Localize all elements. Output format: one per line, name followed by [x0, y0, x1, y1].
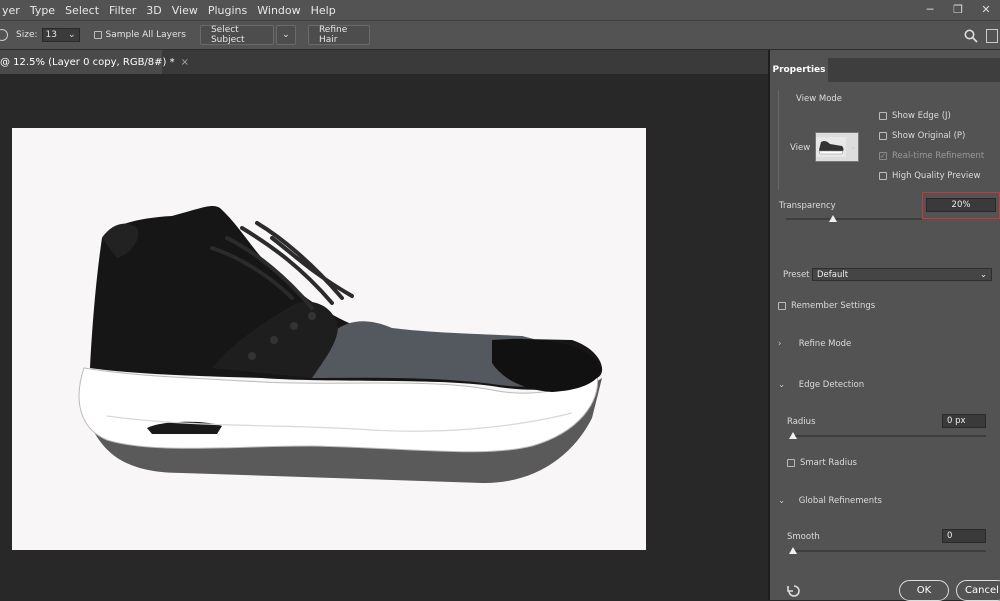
- refine-hair-button[interactable]: Refine Hair: [307, 25, 370, 45]
- reset-icon[interactable]: [786, 584, 802, 598]
- view-dropdown-icon[interactable]: ⌄: [850, 142, 857, 152]
- radius-slider-track[interactable]: [790, 435, 986, 437]
- menu-view[interactable]: View: [167, 4, 203, 17]
- menu-plugins[interactable]: Plugins: [203, 4, 252, 17]
- select-subject-dropdown[interactable]: ⌄: [275, 25, 296, 45]
- preset-label: Preset: [783, 270, 810, 280]
- size-dropdown-icon[interactable]: ⌄: [68, 30, 76, 40]
- radius-value-field[interactable]: 0 px: [942, 414, 986, 428]
- ok-button[interactable]: OK: [899, 580, 949, 601]
- refine-mode-title: Refine Mode: [798, 339, 852, 349]
- show-edge-option[interactable]: Show Edge (J): [879, 111, 951, 121]
- radius-slider-thumb[interactable]: [789, 432, 797, 439]
- edge-detection-title: Edge Detection: [798, 380, 865, 390]
- smart-radius-checkbox[interactable]: [787, 459, 795, 467]
- menu-bar: yer Type Select Filter 3D View Plugins W…: [0, 0, 1000, 20]
- size-input[interactable]: 13 ⌄: [41, 28, 80, 42]
- workspace-icon[interactable]: [986, 29, 998, 43]
- size-value: 13: [45, 30, 57, 40]
- global-refinements-section[interactable]: ⌄ Global Refinements: [778, 496, 882, 506]
- show-original-option[interactable]: Show Original (P): [879, 131, 965, 141]
- remember-settings-option[interactable]: Remember Settings: [778, 301, 875, 311]
- high-quality-preview-checkbox[interactable]: [879, 172, 887, 180]
- show-original-label: Show Original (P): [892, 131, 966, 141]
- refine-mode-section[interactable]: › Refine Mode: [778, 339, 851, 349]
- smooth-value-field[interactable]: 0: [942, 529, 986, 543]
- menu-help[interactable]: Help: [306, 4, 341, 17]
- show-original-checkbox[interactable]: [879, 132, 887, 140]
- show-edge-checkbox[interactable]: [879, 112, 887, 120]
- chevron-down-icon: ⌄: [778, 496, 786, 506]
- chevron-down-icon: ⌄: [979, 269, 987, 280]
- remember-settings-checkbox[interactable]: [778, 302, 786, 310]
- close-tab-icon[interactable]: ×: [181, 57, 189, 68]
- smooth-slider-thumb[interactable]: [789, 547, 797, 554]
- window-controls: ─ ❐ ✕: [916, 0, 1000, 20]
- panel-tab-bar: Properties: [770, 58, 1000, 82]
- select-subject-button[interactable]: Select Subject: [199, 25, 274, 45]
- high-quality-preview-label: High Quality Preview: [892, 171, 981, 181]
- properties-panel: Properties View Mode View ⌄ Show Edge (J…: [770, 50, 1000, 601]
- radius-value: 0 px: [947, 416, 966, 426]
- realtime-refinement-option[interactable]: ✓ Real-time Refinement: [879, 151, 984, 161]
- canvas-area[interactable]: [0, 74, 768, 600]
- preset-select[interactable]: Default ⌄: [812, 268, 992, 281]
- shoe-image: [78, 205, 603, 484]
- smooth-value: 0: [947, 531, 953, 541]
- size-label: Size:: [16, 30, 38, 40]
- minimize-icon[interactable]: ─: [916, 0, 944, 18]
- document-tab[interactable]: @ 12.5% (Layer 0 copy, RGB/8#) * ×: [0, 50, 189, 74]
- view-mode-group-line: [778, 90, 779, 190]
- realtime-refinement-label: Real-time Refinement: [892, 151, 985, 161]
- menu-select[interactable]: Select: [60, 4, 104, 17]
- menu-type[interactable]: Type: [25, 4, 60, 17]
- sample-all-layers-option[interactable]: Sample All Layers: [93, 30, 186, 40]
- view-label: View: [790, 143, 811, 153]
- menu-window[interactable]: Window: [252, 4, 305, 17]
- restore-icon[interactable]: ❐: [944, 0, 972, 18]
- radius-label: Radius: [787, 417, 816, 427]
- smart-radius-label: Smart Radius: [800, 458, 857, 468]
- menu-3d[interactable]: 3D: [141, 4, 166, 17]
- search-icon[interactable]: [964, 29, 978, 43]
- edge-detection-section[interactable]: ⌄ Edge Detection: [778, 380, 864, 390]
- sample-all-layers-checkbox[interactable]: [93, 31, 102, 39]
- smooth-label: Smooth: [787, 532, 820, 542]
- view-mode-title: View Mode: [796, 94, 843, 104]
- transparency-value: 20%: [951, 200, 971, 210]
- cancel-button[interactable]: Cancel: [956, 580, 1000, 601]
- high-quality-preview-option[interactable]: High Quality Preview: [879, 171, 980, 181]
- brush-size-icon[interactable]: [0, 29, 8, 41]
- preset-value: Default: [817, 269, 849, 280]
- chevron-down-icon: ⌄: [778, 380, 786, 390]
- document-tab-title: @ 12.5% (Layer 0 copy, RGB/8#) *: [0, 56, 175, 68]
- close-icon[interactable]: ✕: [972, 0, 1000, 18]
- chevron-down-icon: ⌄: [282, 30, 290, 40]
- remember-settings-label: Remember Settings: [791, 301, 876, 311]
- smooth-slider-track[interactable]: [790, 550, 986, 552]
- transparency-value-field[interactable]: 20%: [926, 198, 996, 212]
- realtime-refinement-checkbox[interactable]: ✓: [879, 152, 887, 160]
- chevron-right-icon: ›: [778, 339, 782, 349]
- show-edge-label: Show Edge (J): [892, 111, 951, 121]
- transparency-slider-thumb[interactable]: [828, 215, 837, 222]
- transparency-label: Transparency: [779, 201, 836, 211]
- options-bar: Size: 13 ⌄ Sample All Layers Select Subj…: [0, 20, 1000, 50]
- document-tab-bar: @ 12.5% (Layer 0 copy, RGB/8#) * ×: [0, 50, 768, 74]
- sample-all-layers-label: Sample All Layers: [105, 30, 186, 40]
- tab-properties[interactable]: Properties: [770, 58, 828, 82]
- menu-layer[interactable]: yer: [0, 4, 25, 17]
- shoe-thumbnail-icon: [816, 137, 846, 157]
- global-refinements-title: Global Refinements: [798, 496, 882, 506]
- smart-radius-option[interactable]: Smart Radius: [787, 458, 857, 468]
- transparency-slider-track[interactable]: [786, 218, 922, 220]
- document-canvas[interactable]: [12, 128, 646, 550]
- menu-filter[interactable]: Filter: [104, 4, 141, 17]
